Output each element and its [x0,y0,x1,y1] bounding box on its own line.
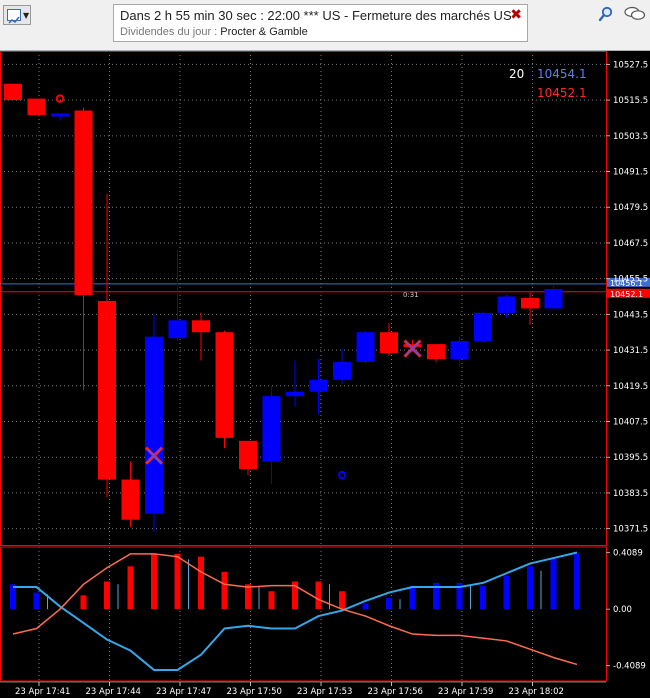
osc-histogram-bar [151,553,157,610]
time-tick-label: 23 Apr 17:44 [86,687,141,697]
ask-price-tag-label: 10452.1 [610,290,643,299]
price-tick-label: 10515.5 [613,96,648,106]
price-tick-label: 10467.5 [613,239,648,249]
price-tick-label: 10371.5 [613,525,648,535]
candle [521,298,539,309]
candle [74,110,93,296]
news-headline: Dans 2 h 55 min 30 sec : 22:00 *** US - … [120,8,512,23]
news-subline-value: Procter & Gamble [217,26,308,38]
osc-histogram-bar [174,553,181,610]
candle [27,98,46,115]
period-label: 20 [509,67,524,81]
price-tick-label: 10443.5 [613,310,648,320]
price-tick-label: 10479.5 [613,203,648,213]
osc-histogram-bar [409,585,416,610]
time-tick-label: 23 Apr 17:59 [438,687,493,697]
price-tick-label: 10395.5 [613,453,648,463]
candle [4,83,22,101]
price-tick-label: 10407.5 [613,418,648,428]
candle [98,300,116,480]
osc-tick-label: 0.4089 [613,549,643,559]
price-tick-label: 10431.5 [613,346,648,356]
news-subline-label: Dividendes du jour : [120,26,218,38]
time-tick-label: 23 Apr 17:53 [297,687,352,697]
candle [333,361,351,380]
osc-histogram-bar [315,581,322,610]
osc-histogram-bar [127,566,134,610]
news-subline: Dividendes du jour : Procter & Gamble [120,26,308,38]
osc-tick-label: -0.4089 [613,662,646,672]
osc-histogram-bar [245,584,251,610]
candle [427,344,445,360]
price-tick-label: 10419.5 [613,382,648,392]
time-tick-label: 23 Apr 17:41 [15,687,70,697]
candle [51,113,69,117]
candle [121,479,140,520]
time-tick-label: 23 Apr 17:56 [368,687,423,697]
osc-histogram-bar [104,581,110,610]
price-tick-label: 10503.5 [613,132,648,142]
price-tick-label: 10455.5 [613,275,648,285]
search-icon[interactable] [598,6,614,22]
candle [450,341,469,360]
candle [239,440,257,470]
candle [544,289,563,309]
time-tick-label: 23 Apr 17:47 [156,687,211,697]
chat-icon[interactable] [624,6,646,22]
price-tick-label: 10383.5 [613,489,648,499]
candle [356,332,375,362]
osc-histogram-bar [33,592,40,610]
chart-type-dropdown[interactable]: ▼ [3,5,31,25]
osc-histogram-bar [339,591,345,610]
candle [286,391,304,397]
candle [380,332,398,354]
price-tick-label: 10527.5 [613,60,648,70]
price-tick-label: 10491.5 [613,168,648,178]
price-chart[interactable]: 10456.110452.1 10527.510515.510503.51049… [0,51,650,698]
candle [168,320,187,339]
osc-histogram-bar [386,598,392,610]
time-tick-label: 23 Apr 18:02 [509,687,564,697]
time-tick-label: 23 Apr 17:50 [227,687,282,697]
news-ticker[interactable]: Dans 2 h 55 min 30 sec : 22:00 *** US - … [113,4,528,42]
close-icon[interactable]: ✖ [510,7,522,23]
top-toolbar: ▼ Dans 2 h 55 min 30 sec : 22:00 *** US … [0,0,650,51]
osc-histogram-bar [268,591,275,610]
osc-histogram-bar [574,553,580,610]
bar-countdown: 0:31 [403,291,419,299]
candle [215,332,234,438]
osc-tick-label: 0.00 [613,605,632,615]
chevron-down-icon: ▼ [23,11,30,20]
price-blue-label: 10454.1 [537,67,587,81]
chart-icon [7,9,21,24]
osc-histogram-bar [362,603,369,610]
candle [474,312,492,342]
candle [145,336,163,514]
candle [309,379,328,392]
osc-histogram-bar [527,566,533,610]
osc-histogram-bar [480,585,486,610]
osc-histogram-bar [221,571,228,610]
osc-histogram-bar [198,556,204,610]
osc-histogram-bar [550,558,557,610]
candle [262,396,281,462]
price-red-label: 10452.1 [537,86,587,100]
osc-histogram-bar [80,595,87,610]
candle [497,296,516,313]
osc-histogram-bar [503,576,510,610]
candle [192,320,210,333]
